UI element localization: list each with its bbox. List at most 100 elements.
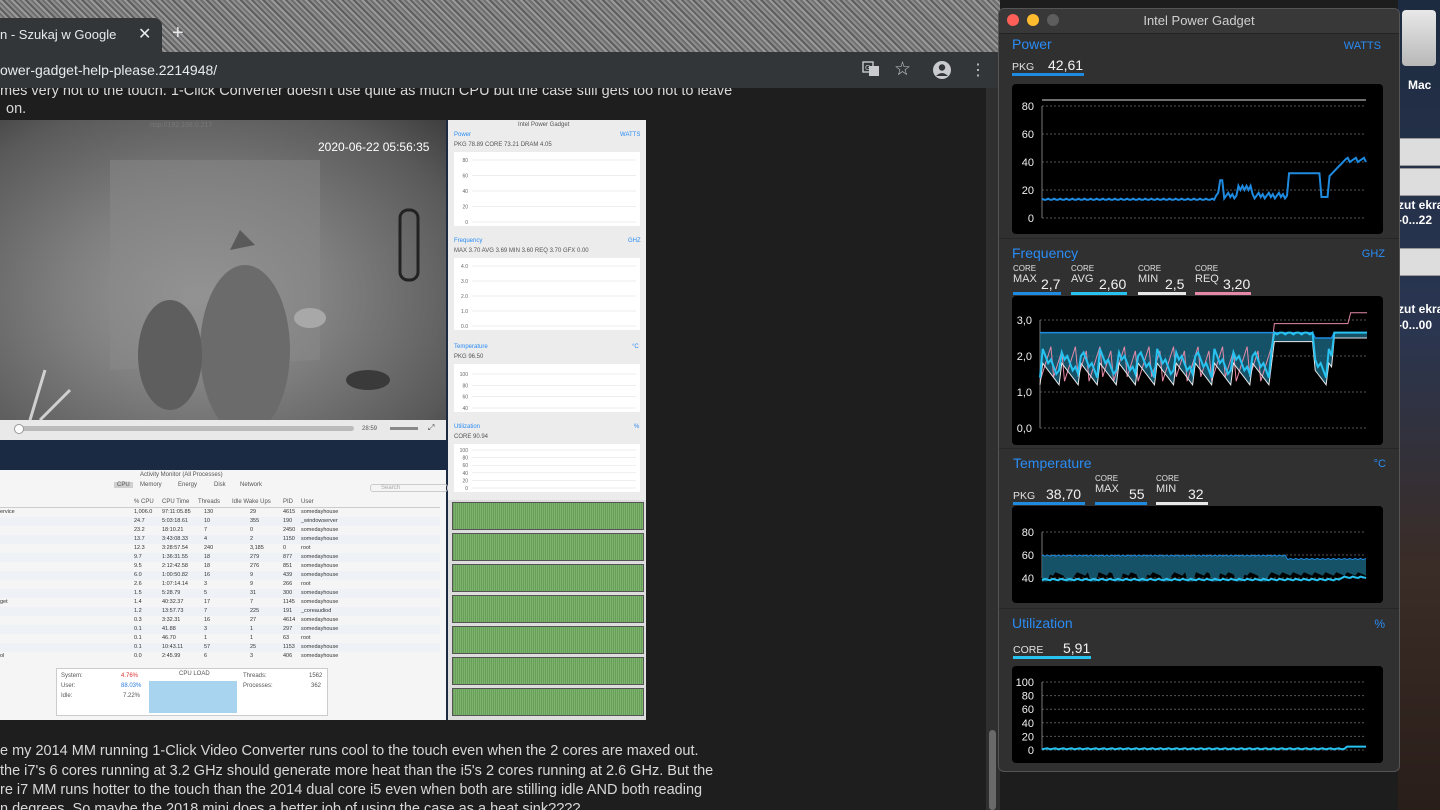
desktop-file-label[interactable]: zut ekra	[1398, 198, 1440, 212]
page-scrollbar-thumb[interactable]	[989, 730, 996, 810]
process-cell: 4615	[283, 509, 296, 515]
mini-tick-label: 100	[460, 372, 469, 378]
threads-value: 1562	[309, 673, 323, 679]
process-cell: somedayhouse	[301, 626, 339, 632]
screenshot-thumbnail-icon[interactable]	[1399, 168, 1440, 196]
cpu-core-history-graph	[452, 626, 644, 654]
y-tick-label: 1,0	[1017, 387, 1032, 399]
process-row[interactable]: 1.2 13:57.73 7 225 191 _coreaudiod	[0, 607, 440, 616]
tab-network[interactable]: Network	[240, 482, 262, 488]
process-row[interactable]: 0.1 46.70 1 1 63 root	[0, 634, 440, 643]
tab-close-icon[interactable]: ✕	[138, 24, 151, 44]
menu-kebab-icon[interactable]: ⋮	[970, 60, 986, 80]
process-cell: 0.1	[134, 626, 142, 632]
profile-avatar-icon[interactable]	[932, 60, 952, 85]
col-idle-wake-ups[interactable]: Idle Wake Ups	[232, 499, 271, 505]
temp-pkg-metric: PKG 38,70	[1013, 475, 1085, 505]
bookmark-star-icon[interactable]: ☆	[894, 58, 911, 81]
cpu-history-window	[448, 500, 646, 720]
desktop-file-label[interactable]: -0...22	[1398, 213, 1432, 227]
desktop-file-label[interactable]: -0...00	[1398, 318, 1432, 332]
process-cell: 6	[204, 653, 208, 659]
temperature-section: Temperature °C PKG 38,70 CORE MAX 55 COR…	[999, 448, 1399, 609]
drive-icon[interactable]	[1402, 10, 1436, 66]
temp-min-top: CORE	[1156, 474, 1180, 483]
process-cell: 2450	[283, 527, 296, 533]
process-cell: 0.1	[134, 644, 142, 650]
process-row[interactable]: 0.1 10:43.11 57 25 1153 somedayhouse	[0, 643, 440, 652]
video-progress-bar[interactable]	[14, 426, 354, 431]
process-cell: 406	[283, 653, 293, 659]
mini-tick-label: 100	[460, 448, 469, 454]
address-bar[interactable]: ower-gadget-help-please.2214948/	[0, 62, 217, 78]
process-cell: 1:00:50.82	[162, 572, 188, 578]
temp-pkg-value: 38,70	[1046, 486, 1082, 502]
desktop-label-mac[interactable]: Mac	[1408, 78, 1431, 92]
process-row[interactable]: 2.6 1:07:14.14 3 9 266 root	[0, 580, 440, 589]
tab-google-search[interactable]: n - Szukaj w Google ✕	[0, 18, 162, 52]
process-cell: root	[301, 581, 311, 587]
process-cell: 2.6	[134, 581, 142, 587]
y-tick-label: 60	[1022, 704, 1034, 716]
freq-min-label: MIN	[1138, 273, 1159, 285]
activity-monitor-window: Activity Monitor (All Processes) CPU Mem…	[0, 470, 448, 720]
process-row[interactable]: 9.5 2:12:42.58 18 276 851 somedayhouse	[0, 562, 440, 571]
screenshot-thumbnail-icon[interactable]	[1399, 248, 1440, 276]
process-row[interactable]: 9.7 1:36:31.55 18 279 877 somedayhouse	[0, 553, 440, 562]
freq-max-swatch	[1013, 292, 1061, 295]
utilization-core-series	[1041, 745, 1366, 751]
process-cell: 1:07:14.14	[162, 581, 188, 587]
process-cell: root	[301, 545, 311, 551]
tab-disk[interactable]: Disk	[214, 482, 226, 488]
process-row[interactable]: 6.0 1:00:50.82 16 9 439 somedayhouse	[0, 571, 440, 580]
search-input[interactable]: Search	[370, 484, 448, 492]
new-tab-icon[interactable]: +	[172, 22, 184, 45]
forum-post-content: mes very hot to the touch. 1-Click Conve…	[0, 88, 986, 810]
process-cell: 17	[204, 599, 211, 605]
process-row[interactable]: get 1.4 40:32.37 17 7 1145 somedayhouse	[0, 598, 440, 607]
threads-label: Threads:	[243, 673, 267, 679]
tab-energy[interactable]: Energy	[178, 482, 197, 488]
video-time: 28:59	[362, 426, 378, 432]
video-scrubber-handle[interactable]	[14, 424, 24, 434]
process-row[interactable]: 0.3 3:32.31 16 27 4614 somedayhouse	[0, 616, 440, 625]
col-cpu-time[interactable]: CPU Time	[162, 499, 189, 505]
screenshot-thumbnail-icon[interactable]	[1399, 138, 1440, 166]
process-cell: 266	[283, 581, 293, 587]
process-row[interactable]: ervice 1,006.0 97:11:05.85 130 29 4615 someday…	[0, 508, 440, 517]
mini-tick-label: 3.0	[461, 279, 468, 285]
process-cell: 240	[204, 545, 214, 551]
process-row[interactable]: 12.3 3:28:57.54 240 3,185 0 root	[0, 544, 440, 553]
freq-req-top: CORE	[1195, 264, 1219, 273]
tab-cpu[interactable]: CPU	[114, 482, 133, 488]
col-pid[interactable]: PID	[283, 499, 293, 505]
util-core-swatch	[1013, 656, 1091, 659]
process-row[interactable]: 24.7 5:03:18.61 10 355 190 _windowserver	[0, 517, 440, 526]
video-controls[interactable]: 28:59 ⤢	[0, 420, 446, 440]
desktop-file-label[interactable]: zut ekra	[1398, 302, 1440, 316]
process-row[interactable]: 0.1 41.88 3 1 297 somedayhouse	[0, 625, 440, 634]
process-cell: 18	[204, 554, 211, 560]
y-tick-label: 80	[1022, 527, 1034, 539]
process-row[interactable]: 13.7 3:43:08.33 4 2 1150 somedayhouse	[0, 535, 440, 544]
tab-memory[interactable]: Memory	[140, 482, 162, 488]
process-row[interactable]: 1.5 5:28.79 5 31 300 somedayhouse	[0, 589, 440, 598]
process-row[interactable]: ol 0.0 2:45.99 6 3 406 somedayhouse	[0, 652, 440, 661]
fullscreen-icon[interactable]: ⤢	[428, 423, 434, 433]
process-row[interactable]: 23.2 18:10.21 7 0 2450 somedayhouse	[0, 526, 440, 535]
process-cell: 1153	[283, 644, 295, 650]
window-titlebar[interactable]: Intel Power Gadget	[999, 9, 1399, 34]
process-cell: 23.2	[134, 527, 145, 533]
translate-icon[interactable]: G	[862, 60, 880, 83]
col-threads[interactable]: Threads	[198, 499, 220, 505]
activity-monitor-title: Activity Monitor (All Processes)	[140, 472, 223, 478]
col-cpu[interactable]: % CPU	[134, 499, 154, 505]
freq-req-value: 3,20	[1223, 276, 1251, 292]
process-cell: 12.3	[134, 545, 145, 551]
y-tick-label: 80	[1022, 691, 1034, 703]
col-user[interactable]: User	[301, 499, 314, 505]
y-tick-label: 20	[1022, 731, 1034, 743]
volume-slider[interactable]	[390, 427, 418, 430]
post-text-line: the i7's 6 cores running at 3.2 GHz shou…	[0, 763, 714, 779]
process-cell: 439	[283, 572, 293, 578]
